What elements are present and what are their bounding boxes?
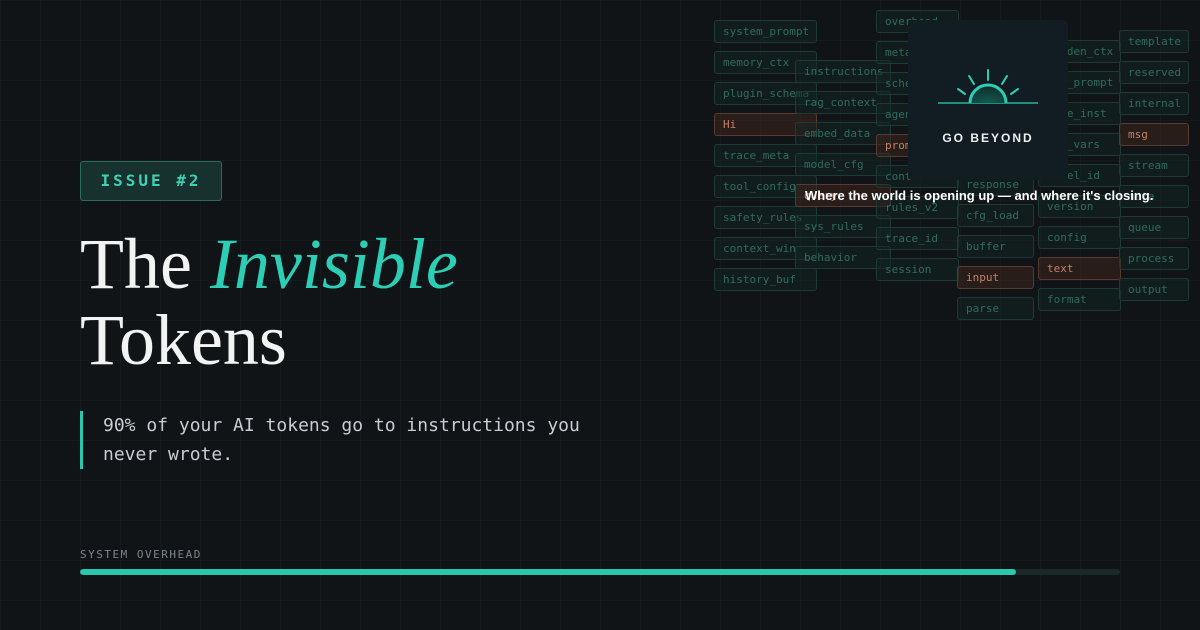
token-chip: output <box>1119 278 1189 301</box>
token-chip: text <box>1038 257 1121 280</box>
token-chip: queue <box>1119 216 1189 239</box>
go-beyond-card[interactable]: GO BEYOND <box>908 20 1068 180</box>
title-plain: The <box>80 224 192 304</box>
sunrise-icon <box>938 69 1038 104</box>
token-chip: trace_id <box>876 227 959 250</box>
card-caption: Where the world is opening up — and wher… <box>805 188 1154 203</box>
token-chip: format <box>1038 288 1121 311</box>
title-line2: Tokens <box>80 300 287 380</box>
issue-badge: ISSUE #2 <box>80 161 222 201</box>
token-chip: process <box>1119 247 1189 270</box>
token-chip: system_prompt <box>714 20 817 43</box>
title-accent: Invisible <box>209 224 458 304</box>
token-chip: buffer <box>957 235 1034 258</box>
overhead-label: SYSTEM OVERHEAD <box>80 548 202 561</box>
token-chip: parse <box>957 297 1034 320</box>
subtitle: 90% of your AI tokens go to instructions… <box>80 411 600 469</box>
token-chip: msg <box>1119 123 1189 146</box>
overhead-progress-bar <box>80 569 1120 575</box>
token-chip: cfg_load <box>957 204 1034 227</box>
token-chip: history_buf <box>714 268 817 291</box>
token-chip: input <box>957 266 1034 289</box>
overhead-progress-fill <box>80 569 1016 575</box>
token-chip: reserved <box>1119 61 1189 84</box>
token-chip: session <box>876 258 959 281</box>
card-label: GO BEYOND <box>942 131 1034 145</box>
token-chip: stream <box>1119 154 1189 177</box>
token-chip: internal <box>1119 92 1189 115</box>
page-title: The Invisible Tokens <box>80 226 458 378</box>
token-chip: config <box>1038 226 1121 249</box>
token-chip: template <box>1119 30 1189 53</box>
